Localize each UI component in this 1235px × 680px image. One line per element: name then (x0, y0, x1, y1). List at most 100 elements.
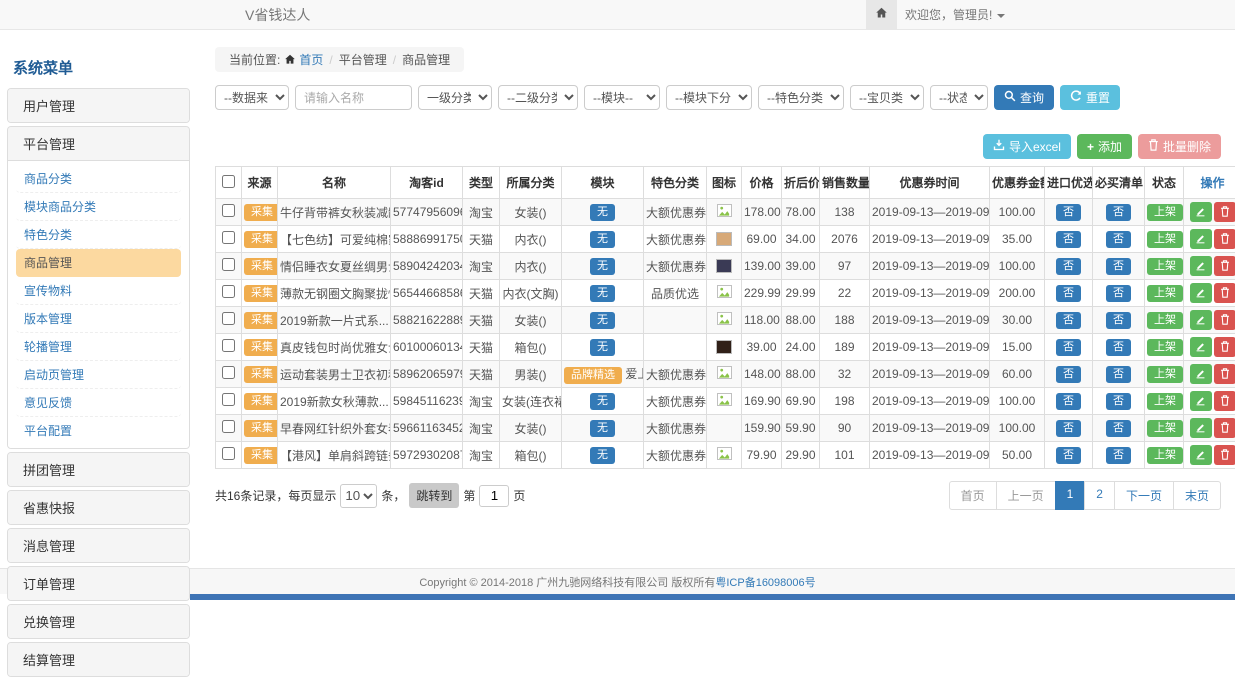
pager-button-2[interactable]: 2 (1084, 481, 1115, 510)
import-choice-toggle[interactable]: 否 (1056, 420, 1081, 437)
import-choice-toggle[interactable]: 否 (1056, 204, 1081, 221)
must-buy-toggle[interactable]: 否 (1106, 420, 1131, 437)
filter-select-6[interactable]: --宝贝类型-- (850, 85, 924, 110)
sidebar-subitem[interactable]: 启动页管理 (16, 361, 181, 389)
edit-button[interactable] (1190, 418, 1212, 438)
pager-button-首页[interactable]: 首页 (949, 481, 997, 510)
import-choice-toggle[interactable]: 否 (1056, 339, 1081, 356)
query-button[interactable]: 查询 (994, 85, 1054, 110)
sidebar-subitem[interactable]: 特色分类 (16, 221, 181, 249)
must-buy-toggle[interactable]: 否 (1106, 447, 1131, 464)
status-badge[interactable]: 上架 (1147, 447, 1183, 464)
jump-page-input[interactable] (479, 485, 509, 507)
must-buy-toggle[interactable]: 否 (1106, 339, 1131, 356)
must-buy-toggle[interactable]: 否 (1106, 258, 1131, 275)
status-badge[interactable]: 上架 (1147, 285, 1183, 302)
status-badge[interactable]: 上架 (1147, 258, 1183, 275)
filter-select-2[interactable]: --二级分类-- (498, 85, 578, 110)
status-badge[interactable]: 上架 (1147, 420, 1183, 437)
filter-select-7[interactable]: --状态-- (930, 85, 988, 110)
delete-button[interactable] (1214, 283, 1235, 303)
breadcrumb-home-link[interactable]: 首页 (284, 51, 323, 68)
status-badge[interactable]: 上架 (1147, 204, 1183, 221)
delete-button[interactable] (1214, 418, 1235, 438)
filter-select-4[interactable]: --模块下分类-- (666, 85, 752, 110)
status-badge[interactable]: 上架 (1147, 393, 1183, 410)
edit-button[interactable] (1190, 202, 1212, 222)
must-buy-toggle[interactable]: 否 (1106, 204, 1131, 221)
row-checkbox[interactable] (222, 258, 235, 271)
edit-button[interactable] (1190, 229, 1212, 249)
filter-select-3[interactable]: --模块-- (584, 85, 660, 110)
home-button[interactable] (866, 0, 897, 29)
sidebar-item-1[interactable]: 平台管理 (8, 127, 189, 160)
edit-button[interactable] (1190, 391, 1212, 411)
edit-button[interactable] (1190, 337, 1212, 357)
row-checkbox[interactable] (222, 393, 235, 406)
sidebar-item-2[interactable]: 拼团管理 (8, 453, 189, 486)
import-choice-toggle[interactable]: 否 (1056, 312, 1081, 329)
filter-select-5[interactable]: --特色分类-- (758, 85, 844, 110)
sidebar-item-0[interactable]: 用户管理 (8, 89, 189, 122)
import-choice-toggle[interactable]: 否 (1056, 231, 1081, 248)
row-checkbox[interactable] (222, 447, 235, 460)
row-checkbox[interactable] (222, 339, 235, 352)
sidebar-item-7[interactable]: 结算管理 (8, 643, 189, 676)
sidebar-subitem[interactable]: 意见反馈 (16, 389, 181, 417)
row-checkbox[interactable] (222, 312, 235, 325)
user-menu[interactable]: 欢迎您，管理员! (905, 0, 1005, 30)
edit-button[interactable] (1190, 364, 1212, 384)
row-checkbox[interactable] (222, 285, 235, 298)
edit-button[interactable] (1190, 310, 1212, 330)
edit-button[interactable] (1190, 445, 1212, 465)
page-size-select[interactable]: 10 (340, 484, 377, 508)
batch-delete-button[interactable]: 批量删除 (1138, 134, 1221, 159)
sidebar-subitem[interactable]: 模块商品分类 (16, 193, 181, 221)
import-choice-toggle[interactable]: 否 (1056, 258, 1081, 275)
must-buy-toggle[interactable]: 否 (1106, 285, 1131, 302)
delete-button[interactable] (1214, 202, 1235, 222)
row-checkbox[interactable] (222, 204, 235, 217)
must-buy-toggle[interactable]: 否 (1106, 231, 1131, 248)
sidebar-subitem[interactable]: 轮播管理 (16, 333, 181, 361)
add-button[interactable]: + 添加 (1077, 134, 1132, 159)
import-choice-toggle[interactable]: 否 (1056, 366, 1081, 383)
name-search-input[interactable] (295, 85, 412, 110)
sidebar-subitem[interactable]: 版本管理 (16, 305, 181, 333)
row-checkbox[interactable] (222, 366, 235, 379)
delete-button[interactable] (1214, 391, 1235, 411)
must-buy-toggle[interactable]: 否 (1106, 312, 1131, 329)
reset-button[interactable]: 重置 (1060, 85, 1120, 110)
must-buy-toggle[interactable]: 否 (1106, 393, 1131, 410)
row-checkbox[interactable] (222, 420, 235, 433)
sidebar-item-4[interactable]: 消息管理 (8, 529, 189, 562)
pager-button-末页[interactable]: 末页 (1173, 481, 1221, 510)
icp-link[interactable]: 粤ICP备16098006号 (715, 574, 815, 590)
sidebar-subitem[interactable]: 平台配置 (16, 417, 181, 444)
status-badge[interactable]: 上架 (1147, 339, 1183, 356)
sidebar-subitem[interactable]: 宣传物料 (16, 277, 181, 305)
delete-button[interactable] (1214, 337, 1235, 357)
sidebar-subitem[interactable]: 商品分类 (16, 165, 181, 193)
sidebar-item-5[interactable]: 订单管理 (8, 567, 189, 600)
must-buy-toggle[interactable]: 否 (1106, 366, 1131, 383)
delete-button[interactable] (1214, 310, 1235, 330)
edit-button[interactable] (1190, 283, 1212, 303)
import-choice-toggle[interactable]: 否 (1056, 393, 1081, 410)
status-badge[interactable]: 上架 (1147, 231, 1183, 248)
select-all-checkbox[interactable] (222, 175, 235, 188)
sidebar-item-3[interactable]: 省惠快报 (8, 491, 189, 524)
delete-button[interactable] (1214, 364, 1235, 384)
delete-button[interactable] (1214, 229, 1235, 249)
delete-button[interactable] (1214, 445, 1235, 465)
import-choice-toggle[interactable]: 否 (1056, 285, 1081, 302)
status-badge[interactable]: 上架 (1147, 366, 1183, 383)
pager-button-上一页[interactable]: 上一页 (996, 481, 1056, 510)
import-choice-toggle[interactable]: 否 (1056, 447, 1081, 464)
filter-select-0[interactable]: --数据来源-- (215, 85, 289, 110)
import-excel-button[interactable]: 导入excel (983, 134, 1071, 159)
filter-select-1[interactable]: 一级分类 (418, 85, 492, 110)
sidebar-item-6[interactable]: 兑换管理 (8, 605, 189, 638)
jump-button[interactable]: 跳转到 (409, 483, 459, 508)
edit-button[interactable] (1190, 256, 1212, 276)
